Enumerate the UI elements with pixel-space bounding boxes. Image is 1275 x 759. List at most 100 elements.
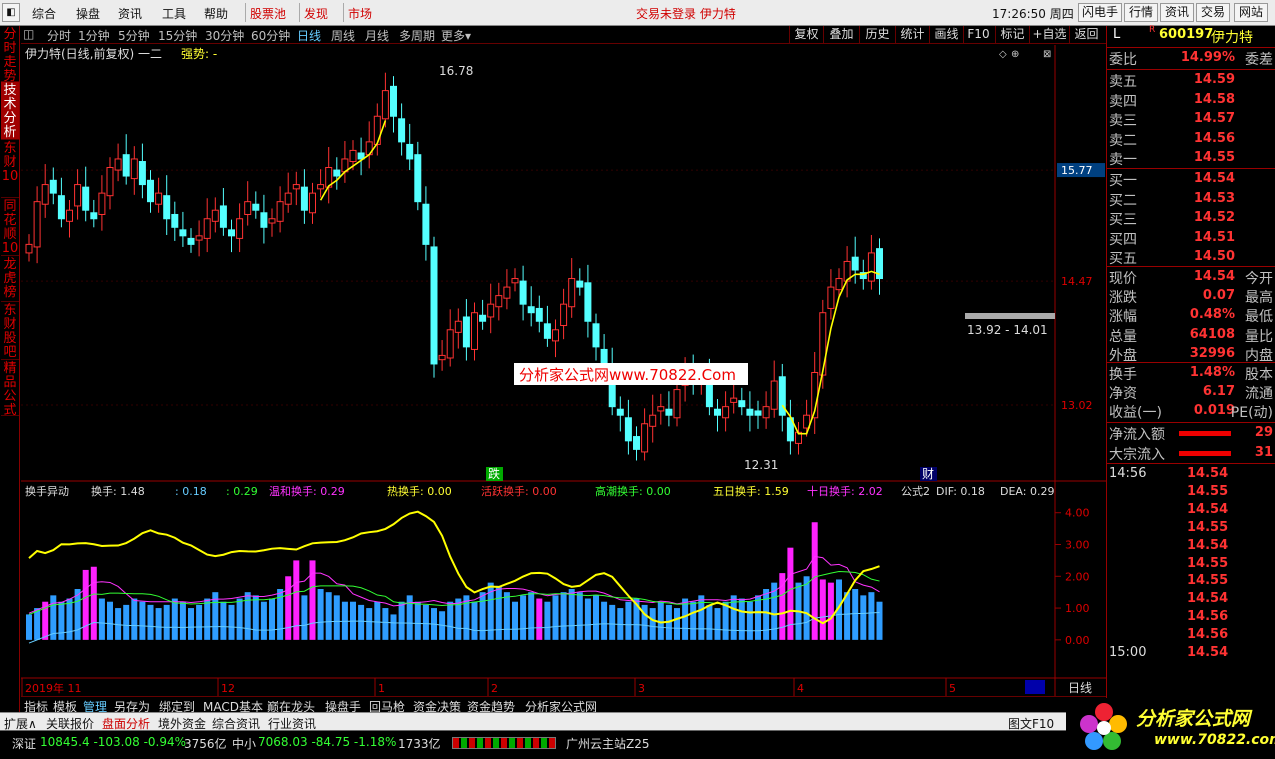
top-right-button[interactable]: 行情 [1124, 3, 1158, 22]
period-tab[interactable]: 分时 [47, 27, 71, 44]
menu-red-item[interactable]: 股票池 [250, 5, 286, 22]
period-tab[interactable]: 60分钟 [251, 27, 290, 44]
sz-values: 10845.4 -103.08 -0.94% [40, 735, 187, 749]
top-right-button[interactable]: 网站 [1234, 3, 1268, 22]
stock-name: 伊力特 [1211, 30, 1253, 46]
turnover-bar [503, 592, 510, 640]
range-label: 13.92 - 14.01 [967, 323, 1048, 337]
indicator-axis-label: 3.00 [1065, 539, 1090, 552]
chart-tool-button[interactable]: F10 [963, 26, 993, 43]
candle-body [236, 218, 244, 239]
period-tab[interactable]: 更多▾ [441, 27, 471, 44]
turnover-bar [139, 601, 146, 640]
candle-body [187, 237, 195, 245]
chart-tool-button[interactable]: 历史 [859, 26, 895, 43]
side-tab[interactable]: 技术分析 [1, 82, 19, 140]
menu-red-item[interactable]: 发现 [304, 5, 328, 22]
side-tab[interactable]: 东财10 [1, 140, 19, 198]
turnover-bar [528, 592, 535, 640]
period-tab[interactable]: 1分钟 [78, 27, 110, 44]
candle-body [106, 167, 114, 197]
top-right-button[interactable]: 交易 [1196, 3, 1230, 22]
menu-item[interactable]: 工具 [162, 5, 186, 22]
candle-body [511, 278, 519, 284]
turnover-bar [333, 595, 340, 640]
candle-body [333, 169, 341, 177]
turnover-bar [382, 608, 389, 640]
turnover-bar [228, 604, 235, 640]
side-tabs: 分时走势 技术分析 东财10 同花顺10 龙虎榜 东财股吧 精品公式 [0, 26, 20, 712]
period-tab[interactable]: 15分钟 [158, 27, 197, 44]
tick-row: 14.54 [1187, 537, 1229, 553]
chart-tool-button[interactable]: 画线 [929, 26, 963, 43]
plus-icon: ⊕ [1011, 49, 1019, 60]
side-tab[interactable]: 东财股吧 [1, 302, 19, 360]
turnover-bar [657, 601, 664, 640]
flow-row: 净流入额 29 [1109, 425, 1273, 443]
menu-item[interactable]: 资讯 [118, 5, 142, 22]
indicator-header-item: DEA: 0.29 [1000, 485, 1054, 498]
side-tab[interactable]: 同花顺10 [1, 198, 19, 256]
indicator-header-item: 十日换手: 2.02 [807, 484, 883, 498]
candle-body [195, 235, 203, 241]
drop-marker: 跌 [488, 466, 500, 481]
ask-row: 卖一 14.55 [1109, 150, 1235, 168]
candle-body [641, 423, 649, 453]
tick-row: 14.55 [1187, 519, 1229, 535]
chart-tool-button[interactable]: 叠加 [823, 26, 859, 43]
chart-tool-button[interactable]: 复权 [789, 26, 823, 43]
candle-body [284, 192, 292, 205]
candle-body [406, 143, 414, 160]
chart-tool-button[interactable]: 统计 [895, 26, 929, 43]
side-tab[interactable]: 分时走势 [1, 26, 19, 84]
indicator-header-item: 公式2 [901, 485, 930, 498]
candle-body [438, 354, 446, 361]
period-indicator: 日线 [1068, 681, 1092, 695]
side-tab[interactable]: 龙虎榜 [1, 256, 19, 302]
turnover-bar [390, 614, 397, 640]
turnover-bar [755, 595, 761, 640]
layout-icon[interactable]: ◫ [23, 27, 34, 41]
app-logo-icon[interactable]: ◧ [2, 3, 20, 22]
turnover-bar [252, 595, 259, 640]
candle-body [827, 286, 835, 309]
turnover-bar [285, 576, 292, 640]
turnover-bar [90, 566, 97, 640]
menu-red-item[interactable]: 市场 [348, 5, 372, 22]
turnover-bar [714, 608, 721, 640]
high-price-label: 16.78 [439, 64, 473, 78]
period-tab[interactable]: 周线 [331, 27, 355, 44]
top-right-button[interactable]: 闪电手 [1078, 3, 1122, 22]
turnover-bar [269, 598, 275, 640]
market-breadth-bar [452, 737, 556, 749]
menu-item[interactable]: 帮助 [204, 5, 228, 22]
server-name[interactable]: 广州云主站Z25 [566, 735, 650, 752]
chart-tool-button[interactable]: 返回 [1069, 26, 1103, 43]
candle-body [25, 243, 33, 254]
side-tab[interactable]: 精品公式 [1, 360, 19, 418]
menu-item[interactable]: 操盘 [76, 5, 100, 22]
indicator-header-item: : 0.29 [226, 485, 258, 498]
candle-body [268, 218, 276, 224]
turnover-bar [495, 585, 502, 640]
kline-chart[interactable]: 15.77 14.47 13.02 伊力特(日线,前复权) 一二 强势: - 16.78 1… [21, 45, 1106, 696]
chart-tool-button[interactable]: 标记 [995, 26, 1029, 43]
turnover-bar [26, 614, 32, 640]
menu-item[interactable]: 综合 [32, 5, 56, 22]
period-tab[interactable]: 日线 [297, 27, 321, 44]
top-right-button[interactable]: 资讯 [1160, 3, 1194, 22]
turnover-bar [512, 601, 518, 640]
indicator-axis-label: 2.00 [1065, 570, 1090, 583]
candle-body [57, 195, 65, 220]
period-tab[interactable]: 30分钟 [205, 27, 244, 44]
period-tab[interactable]: 月线 [365, 27, 389, 44]
price-axis-label: 14.47 [1061, 275, 1093, 288]
turnover-bar [876, 601, 883, 640]
chart-tool-button[interactable]: +自选 [1029, 26, 1069, 43]
zx-amount: 1733亿 [398, 737, 441, 751]
candle-body [446, 329, 454, 359]
period-tab[interactable]: 5分钟 [118, 27, 150, 44]
turnover-bar [188, 608, 194, 640]
period-tab[interactable]: 多周期 [399, 27, 435, 44]
candle-body [414, 154, 422, 203]
